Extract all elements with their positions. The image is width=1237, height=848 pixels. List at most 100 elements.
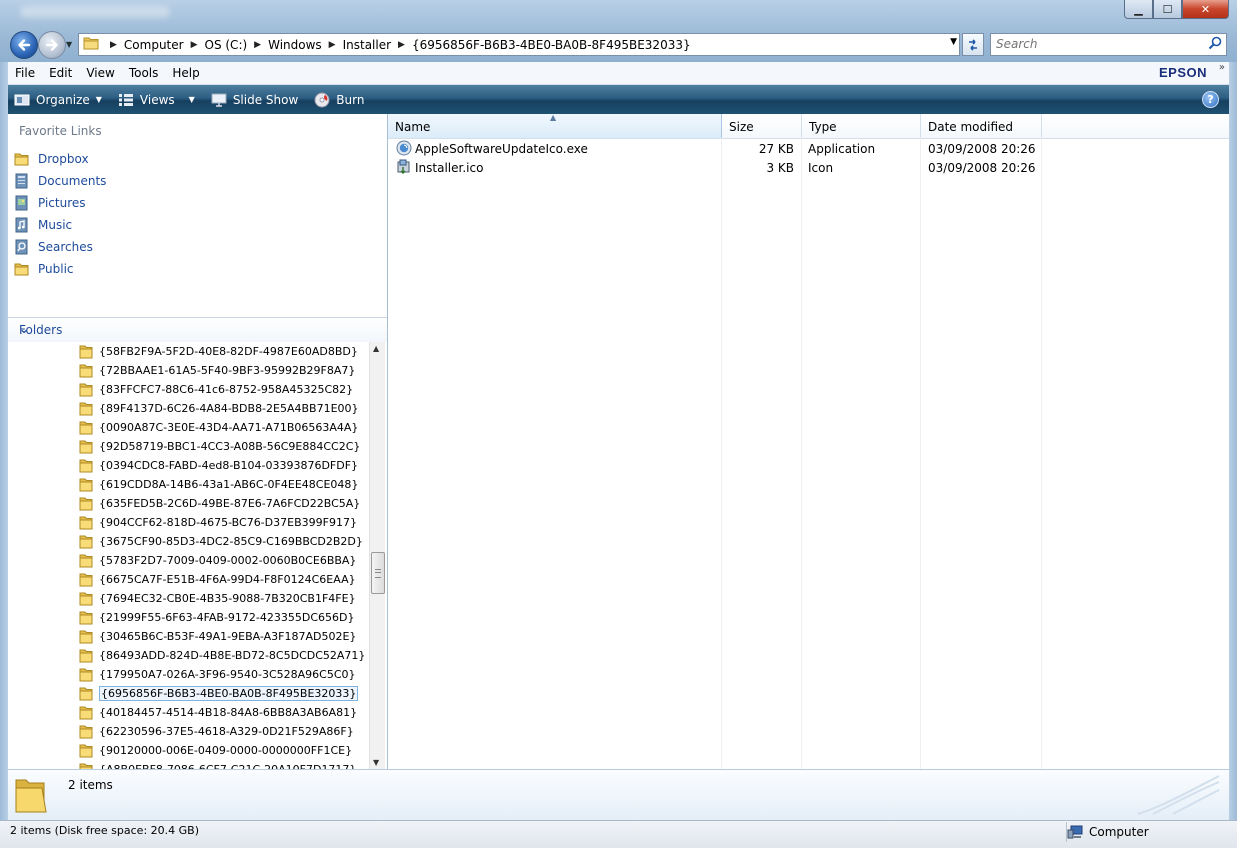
folder-tree-item[interactable]: {86493ADD-824D-4B8E-BD72-8C5DCDC52A71} xyxy=(78,646,365,665)
file-type: Application xyxy=(808,142,876,156)
folder-tree-item[interactable]: {A8B0EBF8-7086-6CF7-C21C-20A10F7D1717} xyxy=(78,760,356,769)
favorite-link-label: Pictures xyxy=(38,196,86,210)
folder-tree-item[interactable]: {6956856F-B6B3-4BE0-BA0B-8F495BE32033} xyxy=(78,684,359,703)
back-arrow-icon xyxy=(18,39,31,51)
folder-tree-label: {7694EC32-CB0E-4B35-9088-7B320CB1F4FE} xyxy=(99,592,356,605)
folder-tree-item[interactable]: {62230596-37E5-4618-A329-0D21F529A86F} xyxy=(78,722,354,741)
minimize-button[interactable]: ▁ xyxy=(1124,0,1153,19)
folders-header[interactable]: Folders ⌄ xyxy=(8,317,387,342)
address-bar[interactable]: ▶ Computer ▶ OS (C:) ▶ Windows ▶ Install… xyxy=(78,33,960,56)
favorite-link-searches[interactable]: Searches xyxy=(14,236,106,258)
views-button[interactable]: Views ▼ xyxy=(118,93,195,107)
search-icon[interactable] xyxy=(1208,36,1222,50)
chevron-down-icon[interactable]: ⌄ xyxy=(19,322,379,336)
folder-tree-scrollbar[interactable]: ▲ ▼ xyxy=(369,342,385,769)
folder-icon xyxy=(78,553,94,569)
folder-tree-item[interactable]: {72BBAAE1-61A5-5F40-9BF3-95992B29F8A7} xyxy=(78,361,355,380)
help-button[interactable]: ? xyxy=(1202,91,1219,108)
address-dropdown-icon[interactable]: ▼ xyxy=(950,37,957,47)
crumb-installer[interactable]: Installer xyxy=(343,38,391,52)
favorite-link-music[interactable]: Music xyxy=(14,214,106,236)
folder-tree-label: {72BBAAE1-61A5-5F40-9BF3-95992B29F8A7} xyxy=(99,364,356,377)
column-header-name[interactable]: Name ▲ xyxy=(388,113,722,138)
toolbar-overflow-icon[interactable]: » xyxy=(1219,62,1225,73)
chevron-right-icon[interactable]: ▶ xyxy=(191,40,198,50)
favorite-links-header: Favorite Links xyxy=(19,124,102,138)
search-input[interactable] xyxy=(991,34,1201,53)
chevron-right-icon[interactable]: ▶ xyxy=(254,40,261,50)
favorite-link-label: Dropbox xyxy=(38,152,89,166)
folder-tree-item[interactable]: {904CCF62-818D-4675-BC76-D37EB399F917} xyxy=(78,513,357,532)
file-size: 3 KB xyxy=(766,161,794,175)
menu-file[interactable]: File xyxy=(8,66,42,80)
favorite-link-public[interactable]: Public xyxy=(14,258,106,280)
column-header-date-modified[interactable]: Date modified xyxy=(921,114,1042,138)
folder-tree-item[interactable]: {7694EC32-CB0E-4B35-9088-7B320CB1F4FE} xyxy=(78,589,356,608)
folder-tree-item[interactable]: {619CDD8A-14B6-43a1-AB6C-0F4EE48CE048} xyxy=(78,475,358,494)
folder-icon xyxy=(78,686,94,702)
folder-tree-item[interactable]: {3675CF90-85D3-4DC2-85C9-C169BBCD2B2D} xyxy=(78,532,363,551)
recent-pages-dropdown[interactable]: ▼ xyxy=(66,40,72,49)
crumb-windows[interactable]: Windows xyxy=(268,38,322,52)
burn-button[interactable]: Burn xyxy=(314,92,364,108)
folder-tree-item[interactable]: {58FB2F9A-5F2D-40E8-82DF-4987E60AD8BD} xyxy=(78,342,358,361)
menu-help[interactable]: Help xyxy=(165,66,206,80)
chevron-right-icon[interactable]: ▶ xyxy=(329,40,336,50)
folder-tree-item[interactable]: {179950A7-026A-3F96-9540-3C528A96C5C0} xyxy=(78,665,356,684)
menu-tools[interactable]: Tools xyxy=(122,66,166,80)
folder-tree-item[interactable]: {83FFCFC7-88C6-41c6-8752-958A45325C82} xyxy=(78,380,353,399)
back-button[interactable] xyxy=(10,31,38,59)
menu-bar: File Edit View Tools Help EPSON » xyxy=(8,62,1229,85)
folder-tree-item[interactable]: {0090A87C-3E0E-43D4-AA71-A71B06563A4A} xyxy=(78,418,358,437)
folder-tree-label: {904CCF62-818D-4675-BC76-D37EB399F917} xyxy=(99,516,357,529)
column-divider xyxy=(801,138,802,769)
scroll-down-arrow-icon[interactable]: ▼ xyxy=(373,758,379,767)
folder-tree-item[interactable]: {90120000-006E-0409-0000-0000000FF1CE} xyxy=(78,741,352,760)
folder-tree-item[interactable]: {89F4137D-6C26-4A84-BDB8-2E5A4BB71E00} xyxy=(78,399,359,418)
folder-icon xyxy=(78,382,94,398)
organize-button[interactable]: Organize ▼ xyxy=(14,93,102,107)
crumb-computer[interactable]: Computer xyxy=(124,38,184,52)
close-button[interactable]: ✕ xyxy=(1182,0,1229,19)
scrollbar-thumb[interactable] xyxy=(371,552,385,594)
chevron-right-icon[interactable]: ▶ xyxy=(110,40,117,50)
file-row[interactable]: Installer.ico 3 KB Icon 03/09/2008 20:26 xyxy=(388,158,1229,177)
folder-tree-label: {635FED5B-2C6D-49BE-87E6-7A6FCD22BC5A} xyxy=(99,497,361,510)
slideshow-button[interactable]: Slide Show xyxy=(211,93,298,107)
scroll-up-arrow-icon[interactable]: ▲ xyxy=(373,344,379,353)
details-pane-decoration-icon xyxy=(1137,775,1220,815)
forward-arrow-icon xyxy=(45,39,58,51)
menu-view[interactable]: View xyxy=(79,66,121,80)
views-label: Views xyxy=(139,92,175,107)
crumb-os-drive[interactable]: OS (C:) xyxy=(205,38,248,52)
folder-tree-label: {6675CA7F-E51B-4F6A-99D4-F8F0124C6EAA} xyxy=(99,573,356,586)
search-box[interactable] xyxy=(990,33,1227,56)
file-row[interactable]: AppleSoftwareUpdateIco.exe 27 KB Applica… xyxy=(388,139,1229,158)
forward-button[interactable] xyxy=(38,31,66,59)
epson-toolbar-logo[interactable]: EPSON xyxy=(1159,65,1207,80)
chevron-right-icon[interactable]: ▶ xyxy=(398,40,405,50)
refresh-button[interactable] xyxy=(962,33,984,56)
column-headers: Name ▲ Size Type Date modified xyxy=(388,113,1229,139)
folder-tree-item[interactable]: {40184457-4514-4B18-84A8-6BB8A3AB6A81} xyxy=(78,703,357,722)
title-bar[interactable]: ▁ ☐ ✕ ▼ ▶ Computer ▶ OS (C:) ▶ Windows ▶… xyxy=(0,0,1237,62)
column-header-type[interactable]: Type xyxy=(802,114,921,138)
column-divider xyxy=(721,138,722,769)
crumb-current-folder[interactable]: {6956856F-B6B3-4BE0-BA0B-8F495BE32033} xyxy=(412,38,691,52)
folder-tree-item[interactable]: {92D58719-BBC1-4CC3-A08B-56C9E884CC2C} xyxy=(78,437,360,456)
favorite-link-pictures[interactable]: Pictures xyxy=(14,192,106,214)
folder-tree-item[interactable]: {6675CA7F-E51B-4F6A-99D4-F8F0124C6EAA} xyxy=(78,570,356,589)
apple-update-exe-icon xyxy=(396,140,412,159)
menu-edit[interactable]: Edit xyxy=(42,66,79,80)
window-title-blurred xyxy=(20,6,170,18)
folder-tree-label: {90120000-006E-0409-0000-0000000FF1CE} xyxy=(99,744,353,757)
folder-tree-item[interactable]: {635FED5B-2C6D-49BE-87E6-7A6FCD22BC5A} xyxy=(78,494,360,513)
favorite-link-dropbox[interactable]: Dropbox xyxy=(14,148,106,170)
maximize-button[interactable]: ☐ xyxy=(1153,0,1182,19)
column-header-size[interactable]: Size xyxy=(722,114,802,138)
folder-tree-item[interactable]: {0394CDC8-FABD-4ed8-B104-03393876DFDF} xyxy=(78,456,358,475)
folder-tree-item[interactable]: {5783F2D7-7009-0409-0002-0060B0CE6BBA} xyxy=(78,551,356,570)
favorite-link-documents[interactable]: Documents xyxy=(14,170,106,192)
folder-tree-item[interactable]: {30465B6C-B53F-49A1-9EBA-A3F187AD502E} xyxy=(78,627,356,646)
folder-tree-item[interactable]: {21999F55-6F63-4FAB-9172-423355DC656D} xyxy=(78,608,355,627)
